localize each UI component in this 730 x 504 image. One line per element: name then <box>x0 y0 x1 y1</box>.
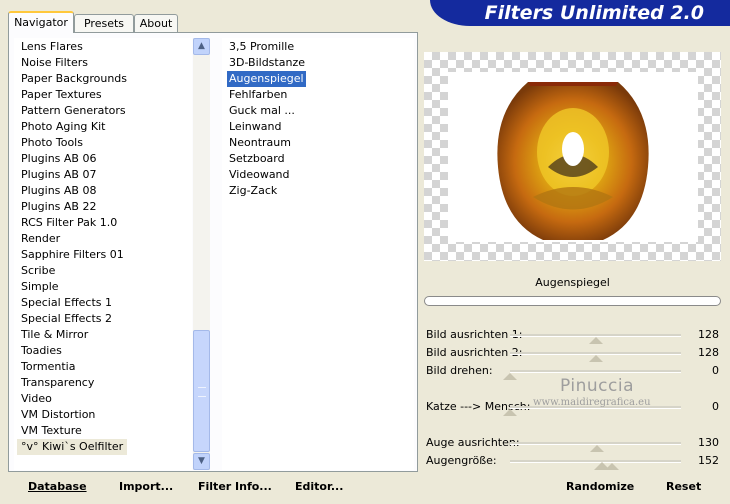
category-item[interactable]: Plugins AB 22 <box>21 199 96 215</box>
category-item[interactable]: °v° Kiwi`s Oelfilter <box>17 439 128 455</box>
param-value: 128 <box>698 346 719 359</box>
param-label: Auge ausrichten: <box>426 436 520 449</box>
chevron-down-icon[interactable]: ▼ <box>193 453 210 470</box>
category-item[interactable]: VM Distortion <box>21 407 95 423</box>
filter-item[interactable]: Zig-Zack <box>229 183 277 199</box>
app-title-banner: Filters Unlimited 2.0 <box>430 0 730 26</box>
param-value: 0 <box>712 400 719 413</box>
param-label: Bild ausrichten 2: <box>426 346 523 359</box>
filter-item[interactable]: Videowand <box>229 167 290 183</box>
category-item[interactable]: Toadies <box>21 343 62 359</box>
category-item[interactable]: Paper Textures <box>21 87 102 103</box>
import-button[interactable]: Import... <box>119 478 173 496</box>
tab-presets[interactable]: Presets <box>74 14 134 32</box>
category-item[interactable]: Plugins AB 08 <box>21 183 96 199</box>
filter-item[interactable]: Leinwand <box>229 119 281 135</box>
category-item[interactable]: Lens Flares <box>21 39 83 55</box>
randomize-pointer <box>594 462 610 470</box>
category-item[interactable]: Render <box>21 231 60 247</box>
category-item[interactable]: Video <box>21 391 52 407</box>
filter-item[interactable]: Neontraum <box>229 135 291 151</box>
preview-area <box>424 52 721 261</box>
param-row[interactable]: Bild ausrichten 2: 128 <box>424 344 721 362</box>
category-item[interactable]: Scribe <box>21 263 55 279</box>
category-item[interactable]: Photo Tools <box>21 135 83 151</box>
category-item[interactable]: RCS Filter Pak 1.0 <box>21 215 117 231</box>
progress-bar <box>424 296 721 306</box>
watermark-name: Pinuccia <box>560 376 634 396</box>
param-value: 128 <box>698 328 719 341</box>
category-scrollbar[interactable]: ▲ ▼ <box>193 38 210 470</box>
randomize-button[interactable]: Randomize <box>566 478 634 496</box>
category-item[interactable]: Special Effects 1 <box>21 295 112 311</box>
slider-knob[interactable] <box>503 409 517 416</box>
current-filter-name: Augenspiegel <box>535 276 610 289</box>
category-item[interactable]: Pattern Generators <box>21 103 126 119</box>
category-item[interactable]: Transparency <box>21 375 94 391</box>
filter-item[interactable]: 3,5 Promille <box>229 39 294 55</box>
param-value: 152 <box>698 454 719 467</box>
filter-item[interactable]: Fehlfarben <box>229 87 287 103</box>
param-row[interactable]: Auge ausrichten: 130 <box>424 434 721 452</box>
category-item[interactable]: Paper Backgrounds <box>21 71 127 87</box>
tab-navigator[interactable]: Navigator <box>8 11 74 33</box>
watermark-url: www.maidiregrafica.eu <box>533 397 651 408</box>
slider-knob[interactable] <box>503 373 517 380</box>
database-button-label: Database <box>28 480 87 493</box>
category-item[interactable]: Simple <box>21 279 59 295</box>
filter-item[interactable]: Augenspiegel <box>227 71 306 87</box>
category-list[interactable]: Lens Flares Noise Filters Paper Background… <box>14 38 192 470</box>
reset-button[interactable]: Reset <box>666 478 701 496</box>
filter-list[interactable]: 3,5 Promille 3D-Bildstanze Augenspiegel Feh… <box>222 38 414 470</box>
filter-info-button[interactable]: Filter Info... <box>198 478 272 496</box>
category-item[interactable]: Tile & Mirror <box>21 327 88 343</box>
param-value: 130 <box>698 436 719 449</box>
tab-about[interactable]: About <box>134 14 178 32</box>
slider-track[interactable] <box>510 370 681 373</box>
category-item[interactable]: Tormentia <box>21 359 75 375</box>
slider-knob[interactable] <box>588 355 603 362</box>
param-label: Augengröße: <box>426 454 497 467</box>
category-item[interactable]: Special Effects 2 <box>21 311 112 327</box>
chevron-up-icon[interactable]: ▲ <box>193 38 210 55</box>
slider-knob[interactable] <box>588 337 603 344</box>
param-label: Bild ausrichten 1: <box>426 328 523 341</box>
category-item[interactable]: Sapphire Filters 01 <box>21 247 124 263</box>
slider-knob[interactable] <box>590 445 605 452</box>
param-row[interactable]: Bild ausrichten 1: 128 <box>424 326 721 344</box>
database-button[interactable]: Database <box>28 478 87 496</box>
scrollbar-thumb[interactable] <box>193 330 210 452</box>
filter-item[interactable]: Setzboard <box>229 151 285 167</box>
param-row[interactable]: Augengröße: 152 <box>424 452 721 470</box>
editor-button[interactable]: Editor... <box>295 478 343 496</box>
category-item[interactable]: Plugins AB 07 <box>21 167 96 183</box>
preview-image <box>448 72 698 242</box>
filter-item[interactable]: Guck mal ... <box>229 103 295 119</box>
category-item[interactable]: Noise Filters <box>21 55 88 71</box>
category-item[interactable]: Plugins AB 06 <box>21 151 96 167</box>
param-value: 0 <box>712 364 719 377</box>
category-item[interactable]: VM Texture <box>21 423 82 439</box>
filter-item[interactable]: 3D-Bildstanze <box>229 55 305 71</box>
param-row[interactable] <box>424 416 721 434</box>
param-label: Bild drehen: <box>426 364 493 377</box>
category-item[interactable]: Photo Aging Kit <box>21 119 105 135</box>
